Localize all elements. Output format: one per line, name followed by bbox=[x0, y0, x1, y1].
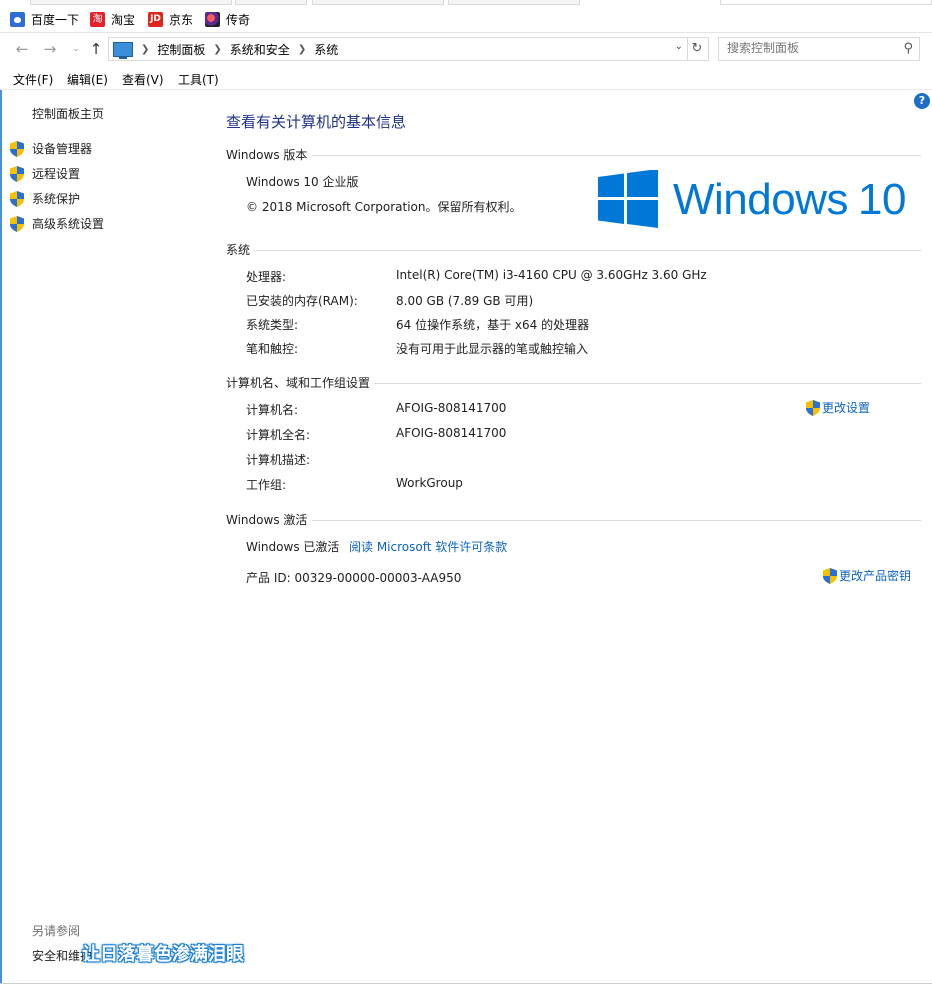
menu-tools[interactable]: 工具(T) bbox=[178, 71, 219, 88]
section-computer-name: 计算机名、域和工作组设置 bbox=[226, 376, 371, 390]
computer-name-value: AFOIG-808141700 bbox=[396, 401, 507, 415]
computer-label: 计算机描述: bbox=[246, 453, 311, 467]
see-also-heading: 另请参阅 bbox=[32, 924, 81, 938]
ram-value: 8.00 GB (7.89 GB 可用) bbox=[396, 294, 534, 308]
change-product-key-link[interactable]: 更改产品密钥 bbox=[823, 567, 911, 584]
uac-shield-icon bbox=[806, 399, 820, 416]
computer-label: 计算机全名: bbox=[246, 428, 311, 442]
computer-icon bbox=[113, 41, 133, 59]
change-settings-link[interactable]: 更改设置 bbox=[806, 399, 870, 416]
activation-status: Windows 已激活 bbox=[246, 540, 340, 554]
section-windows-activation: Windows 激活 bbox=[226, 513, 308, 527]
sidebar-item-label: 高级系统设置 bbox=[32, 217, 105, 231]
bookmark-chuanqi[interactable]: 传奇 bbox=[205, 10, 250, 28]
up-arrow-icon[interactable]: ↑ bbox=[88, 41, 104, 57]
windows-10-wordmark: Windows 10 bbox=[673, 175, 906, 224]
page-title: 查看有关计算机的基本信息 bbox=[226, 113, 407, 131]
sidebar-item-remote-settings[interactable]: 远程设置 bbox=[10, 165, 80, 182]
bookmark-label: 京东 bbox=[169, 12, 194, 27]
address-dropdown-icon[interactable]: ⌄ bbox=[675, 41, 683, 52]
window-left-border bbox=[0, 90, 2, 984]
help-icon[interactable]: ? bbox=[914, 93, 930, 109]
section-system: 系统 bbox=[226, 243, 251, 257]
sidebar-item-device-manager[interactable]: 设备管理器 bbox=[10, 140, 92, 157]
system-label: 已安装的内存(RAM): bbox=[246, 294, 358, 308]
forward-arrow-icon[interactable]: → bbox=[42, 41, 58, 57]
menu-view[interactable]: 查看(V) bbox=[122, 71, 164, 88]
menu-bar: 文件(F) 编辑(E) 查看(V) 工具(T) bbox=[0, 67, 932, 90]
product-id: 产品 ID: 00329-00000-00003-AA950 bbox=[246, 571, 462, 585]
uac-shield-icon bbox=[10, 140, 24, 157]
bookmarks-bar: 百度一下 淘 淘宝 JD 京东 传奇 bbox=[0, 0, 932, 33]
system-type-value: 64 位操作系统，基于 x64 的处理器 bbox=[396, 318, 590, 332]
breadcrumb-chevron-icon[interactable]: ❯ bbox=[298, 44, 306, 55]
baidu-paw-icon bbox=[10, 11, 25, 27]
uac-shield-icon bbox=[10, 165, 24, 182]
breadcrumb-control-panel[interactable]: 控制面板 bbox=[157, 41, 205, 58]
section-windows-edition: Windows 版本 bbox=[226, 148, 308, 162]
back-arrow-icon[interactable]: ← bbox=[14, 41, 30, 57]
system-label: 笔和触控: bbox=[246, 342, 299, 356]
change-product-key-label: 更改产品密钥 bbox=[839, 569, 912, 583]
sidebar-item-label: 系统保护 bbox=[32, 192, 81, 206]
refresh-icon[interactable]: ↻ bbox=[686, 37, 709, 61]
processor-value: Intel(R) Core(TM) i3-4160 CPU @ 3.60GHz … bbox=[396, 268, 707, 282]
menu-edit[interactable]: 编辑(E) bbox=[67, 71, 108, 88]
bookmark-taobao[interactable]: 淘 淘宝 bbox=[90, 10, 135, 28]
breadcrumb-chevron-icon[interactable]: ❯ bbox=[213, 44, 221, 55]
section-divider bbox=[312, 520, 921, 521]
search-icon[interactable]: ⚲ bbox=[903, 41, 913, 56]
system-label: 处理器: bbox=[246, 270, 287, 284]
recent-locations-chevron-icon[interactable]: ⌄ bbox=[68, 41, 84, 57]
breadcrumb-chevron-icon[interactable]: ❯ bbox=[141, 44, 149, 55]
bookmark-jd[interactable]: JD 京东 bbox=[148, 10, 193, 28]
sidebar-item-system-protection[interactable]: 系统保护 bbox=[10, 190, 80, 207]
breadcrumb-system-security[interactable]: 系统和安全 bbox=[230, 41, 290, 58]
search-control-panel-box[interactable]: ⚲ bbox=[718, 37, 920, 61]
workgroup-value: WorkGroup bbox=[396, 476, 463, 490]
computer-label: 工作组: bbox=[246, 478, 287, 492]
search-input[interactable] bbox=[719, 38, 897, 58]
menu-file[interactable]: 文件(F) bbox=[13, 71, 53, 88]
bookmark-label: 淘宝 bbox=[111, 12, 136, 27]
uac-shield-icon bbox=[823, 567, 837, 584]
bookmark-label: 百度一下 bbox=[31, 12, 80, 27]
jd-icon: JD bbox=[148, 11, 163, 27]
uac-shield-icon bbox=[10, 190, 24, 207]
sidebar-item-label: 远程设置 bbox=[32, 167, 81, 181]
video-subtitle-overlay: 让日落暮色渗满泪眼 bbox=[82, 944, 244, 965]
edition-value: Windows 10 企业版 bbox=[246, 175, 359, 189]
computer-label: 计算机名: bbox=[246, 403, 299, 417]
full-computer-name-value: AFOIG-808141700 bbox=[396, 426, 507, 440]
bookmark-baidu[interactable]: 百度一下 bbox=[10, 10, 79, 28]
sidebar-item-label: 设备管理器 bbox=[32, 142, 93, 156]
breadcrumb-system[interactable]: 系统 bbox=[314, 41, 338, 58]
address-bar[interactable]: ❯ 控制面板 ❯ 系统和安全 ❯ 系统 ⌄ bbox=[108, 37, 688, 61]
browser-tab-strip bbox=[0, 0, 932, 5]
system-label: 系统类型: bbox=[246, 318, 299, 332]
windows-logo-icon bbox=[598, 169, 658, 228]
copyright-text: © 2018 Microsoft Corporation。保留所有权利。 bbox=[246, 200, 522, 214]
chuanqi-icon bbox=[205, 11, 220, 27]
uac-shield-icon bbox=[10, 215, 24, 232]
control-panel-home-link[interactable]: 控制面板主页 bbox=[32, 105, 104, 122]
section-divider bbox=[374, 383, 921, 384]
sidebar-item-advanced-settings[interactable]: 高级系统设置 bbox=[10, 215, 104, 232]
section-divider bbox=[312, 155, 921, 156]
pen-touch-value: 没有可用于此显示器的笔或触控输入 bbox=[396, 342, 589, 356]
change-settings-label: 更改设置 bbox=[822, 401, 871, 415]
license-terms-link[interactable]: 阅读 Microsoft 软件许可条款 bbox=[349, 538, 507, 555]
bookmark-label: 传奇 bbox=[226, 12, 251, 27]
explorer-address-row: ← → ⌄ ↑ ❯ 控制面板 ❯ 系统和安全 ❯ 系统 ⌄ ↻ ⚲ bbox=[0, 33, 932, 65]
section-divider bbox=[254, 250, 921, 251]
taobao-icon: 淘 bbox=[90, 11, 105, 27]
